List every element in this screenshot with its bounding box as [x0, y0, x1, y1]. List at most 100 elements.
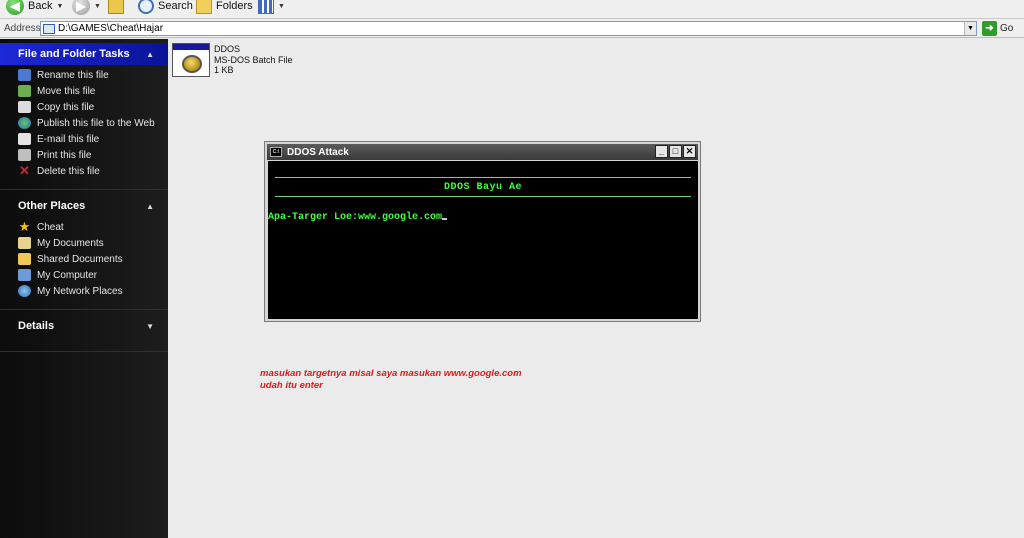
task-pane: File and Folder Tasks ▲ Rename this file…: [0, 39, 168, 538]
caption-line-2: udah itu enter: [260, 380, 323, 391]
folders-button[interactable]: Folders: [196, 0, 253, 16]
address-label: Address: [4, 23, 41, 34]
place-cheat[interactable]: ★ Cheat: [18, 219, 64, 235]
shared-folder-icon: [18, 253, 31, 265]
console-titlebar[interactable]: C:\ DDOS Attack _ □ ✕: [267, 144, 698, 160]
instruction-caption: masukan targetnya misal saya masukan www…: [260, 368, 522, 392]
console-rule: [275, 177, 691, 178]
views-button[interactable]: ▼: [258, 0, 285, 16]
file-name: DDOS: [214, 44, 241, 54]
printer-icon: [18, 149, 31, 161]
file-tasks-title: File and Folder Tasks: [18, 48, 130, 60]
file-item[interactable]: DDOS MS-DOS Batch File 1 KB: [214, 44, 293, 76]
back-label: Back: [28, 0, 53, 12]
chevron-up-icon[interactable]: ▲: [146, 202, 154, 211]
place-label: Shared Documents: [37, 253, 123, 265]
address-input[interactable]: D:\GAMES\Cheat\Hajar ▼: [40, 21, 977, 36]
place-shared-documents[interactable]: Shared Documents: [18, 251, 123, 267]
forward-arrow-icon: ▶: [72, 0, 90, 15]
place-label: My Network Places: [37, 285, 123, 297]
task-label: Copy this file: [37, 101, 95, 113]
back-button[interactable]: ◀ Back ▼: [6, 0, 63, 16]
folder-icon: ★: [18, 219, 31, 234]
text-cursor: [442, 218, 448, 220]
delete-icon: ✕: [19, 163, 30, 178]
task-publish[interactable]: Publish this file to the Web: [18, 115, 155, 131]
views-icon: [258, 0, 274, 14]
file-size: 1 KB: [214, 65, 234, 75]
task-copy[interactable]: Copy this file: [18, 99, 94, 115]
batch-file-icon[interactable]: [172, 43, 210, 77]
task-move[interactable]: Move this file: [18, 83, 95, 99]
copy-icon: [18, 101, 31, 113]
task-rename[interactable]: Rename this file: [18, 67, 109, 83]
rename-icon: [18, 69, 31, 81]
task-label: Rename this file: [37, 69, 109, 81]
globe-icon: [18, 117, 31, 129]
console-window[interactable]: C:\ DDOS Attack _ □ ✕ DDOS Bayu Ae Apa-T…: [264, 141, 701, 322]
address-bar: Address D:\GAMES\Cheat\Hajar ▼ ➜ Go: [0, 19, 1024, 38]
place-label: My Documents: [37, 237, 104, 249]
forward-button[interactable]: ▶ ▼: [72, 0, 101, 16]
task-label: E-mail this file: [37, 133, 100, 145]
place-label: My Computer: [37, 269, 98, 281]
task-label: Delete this file: [37, 165, 100, 177]
console-body[interactable]: DDOS Bayu Ae Apa-Targer Loe:www.google.c…: [268, 161, 698, 319]
back-arrow-icon: ◀: [6, 0, 24, 15]
folder-icon: [43, 23, 55, 34]
task-label: Print this file: [37, 149, 92, 161]
task-delete[interactable]: ✕ Delete this file: [18, 163, 100, 179]
place-my-computer[interactable]: My Computer: [18, 267, 97, 283]
console-rule: [275, 196, 691, 197]
divider: [0, 309, 168, 310]
email-icon: [18, 133, 31, 145]
up-folder-icon: [108, 0, 124, 14]
task-label: Publish this file to the Web: [37, 117, 155, 129]
console-icon: C:\: [270, 147, 282, 157]
go-label: Go: [1000, 23, 1014, 34]
chevron-down-icon[interactable]: ▼: [94, 3, 101, 10]
file-tasks-header[interactable]: File and Folder Tasks ▲: [0, 43, 168, 65]
documents-icon: [18, 237, 31, 249]
other-places-title: Other Places: [18, 200, 86, 212]
search-label: Search: [158, 0, 193, 12]
divider: [0, 189, 168, 190]
file-type: MS-DOS Batch File: [214, 54, 293, 65]
console-title: DDOS Attack: [287, 146, 349, 158]
move-icon: [18, 85, 31, 97]
search-button[interactable]: Search: [138, 0, 193, 16]
place-label: Cheat: [37, 221, 64, 233]
divider: [0, 351, 168, 352]
task-print[interactable]: Print this file: [18, 147, 91, 163]
task-email[interactable]: E-mail this file: [18, 131, 99, 147]
window-bar: [173, 44, 209, 50]
up-folder-button[interactable]: [108, 0, 128, 16]
address-path: D:\GAMES\Cheat\Hajar: [58, 23, 164, 34]
chevron-down-icon[interactable]: ▼: [146, 322, 154, 331]
address-dropdown-button[interactable]: ▼: [964, 22, 976, 35]
computer-icon: [18, 269, 31, 281]
console-prompt: Apa-Targer Loe:www.google.com: [268, 212, 448, 223]
network-icon: [18, 285, 31, 297]
task-label: Move this file: [37, 85, 96, 97]
console-heading: DDOS Bayu Ae: [443, 182, 522, 193]
go-arrow-icon: ➜: [982, 21, 997, 36]
details-title: Details: [18, 320, 55, 332]
place-my-documents[interactable]: My Documents: [18, 235, 104, 251]
go-button[interactable]: ➜ Go: [982, 21, 1013, 36]
window-controls: _ □ ✕: [655, 145, 696, 158]
toolbar: ◀ Back ▼ ▶ ▼ Search Folders ▼: [0, 0, 1024, 19]
maximize-button[interactable]: □: [669, 145, 682, 158]
other-places-header[interactable]: Other Places ▲: [0, 195, 168, 217]
minimize-button[interactable]: _: [655, 145, 668, 158]
details-header[interactable]: Details ▼: [0, 315, 168, 337]
caption-line-1: masukan targetnya misal saya masukan www…: [260, 368, 522, 379]
close-button[interactable]: ✕: [683, 145, 696, 158]
folders-icon: [196, 0, 212, 14]
chevron-up-icon[interactable]: ▲: [146, 50, 154, 59]
console-prompt-text: Apa-Targer Loe:www.google.com: [268, 212, 443, 223]
chevron-down-icon[interactable]: ▼: [278, 3, 285, 10]
gear-icon: [182, 55, 202, 73]
place-my-network[interactable]: My Network Places: [18, 283, 123, 299]
chevron-down-icon[interactable]: ▼: [56, 3, 63, 10]
